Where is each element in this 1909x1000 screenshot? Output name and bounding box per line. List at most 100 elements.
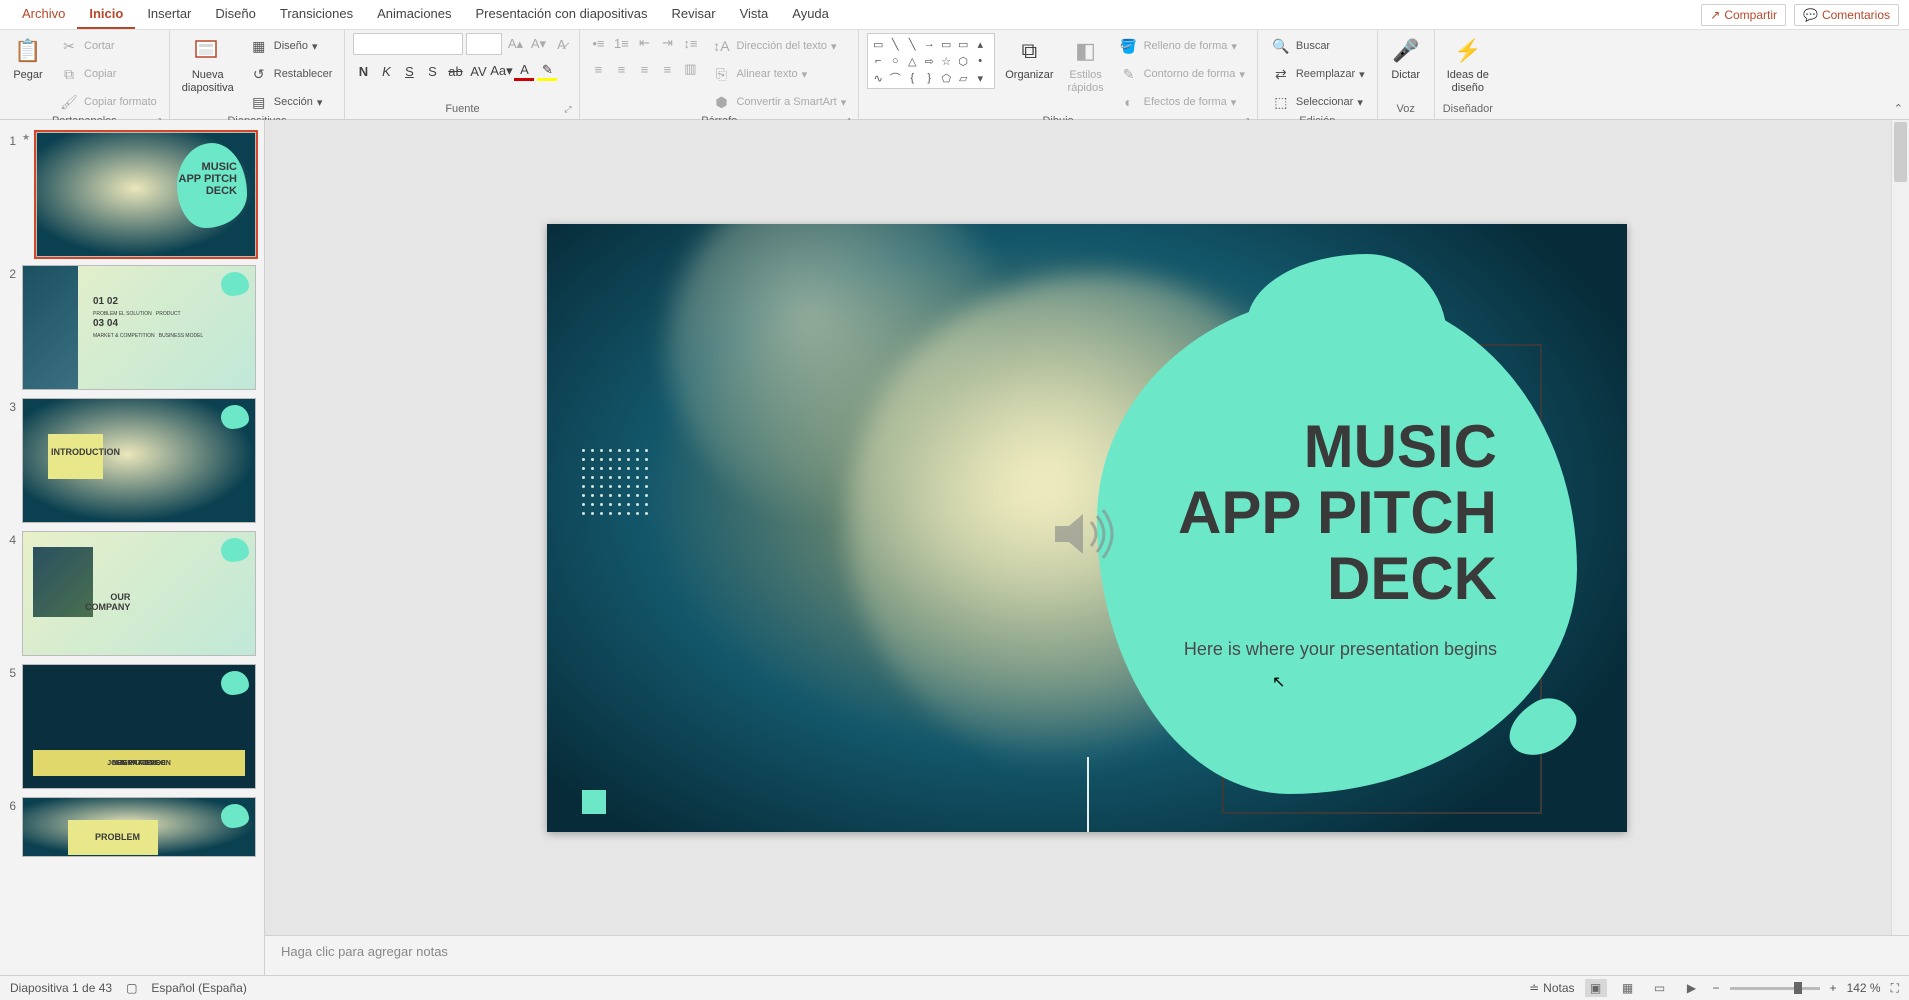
menu-animaciones[interactable]: Animaciones <box>365 0 463 29</box>
slide-thumb-3[interactable]: INTRODUCTION <box>22 398 256 523</box>
language-status[interactable]: Español (España) <box>151 981 246 995</box>
notes-area[interactable]: Haga clic para agregar notas <box>265 935 1909 975</box>
menu-diseno[interactable]: Diseño <box>203 0 267 29</box>
numbering-button[interactable]: 1≡ <box>611 33 631 53</box>
shape-brace2-icon[interactable]: } <box>922 71 936 85</box>
line-spacing-button[interactable]: ↕≡ <box>680 33 700 53</box>
font-launcher-icon[interactable]: ⤢ <box>564 104 571 115</box>
vertical-scrollbar[interactable] <box>1891 120 1909 935</box>
zoom-slider-thumb[interactable] <box>1794 982 1802 994</box>
shape-mid-icon[interactable]: • <box>973 54 987 68</box>
menu-ayuda[interactable]: Ayuda <box>780 0 841 29</box>
paste-button[interactable]: 📋 Pegar <box>8 33 48 84</box>
slide-thumb-1[interactable]: MUSICAPP PITCHDECK <box>36 132 256 257</box>
smartart-button[interactable]: ⬢Convertir a SmartArt ▾ <box>706 89 850 115</box>
shape-oval-icon[interactable]: ○ <box>888 54 902 68</box>
shape-callout-icon[interactable]: ▱ <box>956 71 970 85</box>
shape-rect2-icon[interactable]: ▭ <box>956 37 970 51</box>
reset-button[interactable]: ↺Restablecer <box>244 61 337 87</box>
font-size-combo[interactable] <box>466 33 502 55</box>
comments-button[interactable]: 💬Comentarios <box>1794 4 1899 26</box>
slide-thumb-5[interactable]: JENNA DOEJOHN PATTERSONNEGRA AAN DE <box>22 664 256 789</box>
reading-view-button[interactable]: ▭ <box>1649 979 1671 997</box>
align-right-button[interactable]: ≡ <box>634 59 654 79</box>
zoom-level[interactable]: 142 % <box>1847 981 1881 995</box>
shape-arrow2-icon[interactable]: ⇨ <box>922 54 936 68</box>
shape-textbox-icon[interactable]: ▭ <box>871 37 885 51</box>
shape-down-icon[interactable]: ▾ <box>973 71 987 85</box>
spacing-button[interactable]: AV <box>468 61 488 81</box>
shadow-button[interactable]: S <box>422 61 442 81</box>
zoom-slider[interactable] <box>1730 987 1820 990</box>
font-color-button[interactable]: A <box>514 61 534 81</box>
shape-line-icon[interactable]: ╲ <box>888 37 902 51</box>
increase-font-icon[interactable]: A▴ <box>505 34 525 54</box>
shape-arrow-icon[interactable]: → <box>922 37 936 51</box>
format-painter-button[interactable]: 🖌Copiar formato <box>54 89 161 115</box>
shape-poly-icon[interactable]: ⬠ <box>939 71 953 85</box>
shape-outline-button[interactable]: ✎Contorno de forma ▾ <box>1114 61 1249 87</box>
shape-effects-button[interactable]: ◐Efectos de forma ▾ <box>1114 89 1249 115</box>
scrollbar-thumb[interactable] <box>1894 122 1907 182</box>
shape-curve-icon[interactable]: ∿ <box>871 71 885 85</box>
highlight-button[interactable]: ✎ <box>537 61 557 81</box>
shape-rect-icon[interactable]: ▭ <box>939 37 953 51</box>
shape-connector-icon[interactable]: ⌐ <box>871 54 885 68</box>
arrange-button[interactable]: ⧉ Organizar <box>1001 33 1057 84</box>
slide-canvas[interactable]: MUSIC APP PITCH DECK Here is where your … <box>547 224 1627 832</box>
replace-button[interactable]: ⇄Reemplazar ▾ <box>1266 61 1369 87</box>
menu-inicio[interactable]: Inicio <box>77 0 135 29</box>
align-left-button[interactable]: ≡ <box>588 59 608 79</box>
slide-thumb-4[interactable]: OURCOMPANY <box>22 531 256 656</box>
shape-brace-icon[interactable]: { <box>905 71 919 85</box>
notes-toggle[interactable]: ≐ Notas <box>1529 981 1574 995</box>
clear-format-icon[interactable]: A̷ <box>551 34 571 54</box>
underline-button[interactable]: S <box>399 61 419 81</box>
select-button[interactable]: ⬚Seleccionar ▾ <box>1266 89 1369 115</box>
case-button[interactable]: Aa▾ <box>491 61 511 81</box>
bullets-button[interactable]: •≡ <box>588 33 608 53</box>
menu-revisar[interactable]: Revisar <box>660 0 728 29</box>
align-text-button[interactable]: ⎘Alinear texto ▾ <box>706 61 850 87</box>
decrease-font-icon[interactable]: A▾ <box>528 34 548 54</box>
cut-button[interactable]: ✂Cortar <box>54 33 161 59</box>
zoom-in-button[interactable]: + <box>1830 981 1837 995</box>
copy-button[interactable]: ⧉Copiar <box>54 61 161 87</box>
section-button[interactable]: ▤Sección ▾ <box>244 89 337 115</box>
indent-increase-button[interactable]: ⇥ <box>657 33 677 53</box>
indent-decrease-button[interactable]: ⇤ <box>634 33 654 53</box>
menu-archivo[interactable]: Archivo <box>10 0 77 29</box>
layout-button[interactable]: ▦Diseño ▾ <box>244 33 337 59</box>
slide-thumb-6[interactable]: PROBLEM <box>22 797 256 857</box>
fit-window-button[interactable]: ⛶ <box>1891 981 1899 996</box>
collapse-ribbon-icon[interactable]: ⌃ <box>1894 102 1903 115</box>
shape-fill-button[interactable]: 🪣Relleno de forma ▾ <box>1114 33 1249 59</box>
slide-subtitle[interactable]: Here is where your presentation begins <box>1184 639 1497 660</box>
design-ideas-button[interactable]: ⚡ Ideas de diseño <box>1443 33 1493 97</box>
zoom-out-button[interactable]: − <box>1713 981 1720 995</box>
shape-curve2-icon[interactable]: ⌒ <box>888 71 902 85</box>
font-family-combo[interactable] <box>353 33 463 55</box>
align-center-button[interactable]: ≡ <box>611 59 631 79</box>
menu-insertar[interactable]: Insertar <box>135 0 203 29</box>
find-button[interactable]: 🔍Buscar <box>1266 33 1369 59</box>
share-button[interactable]: ↗Compartir <box>1701 4 1786 26</box>
shape-tri-icon[interactable]: △ <box>905 54 919 68</box>
accessibility-icon[interactable]: ▢ <box>126 981 137 995</box>
normal-view-button[interactable]: ▣ <box>1585 979 1607 997</box>
audio-icon[interactable] <box>1047 504 1117 564</box>
bold-button[interactable]: N <box>353 61 373 81</box>
justify-button[interactable]: ≡ <box>657 59 677 79</box>
slideshow-view-button[interactable]: ▶ <box>1681 979 1703 997</box>
text-direction-button[interactable]: ↕ADirección del texto ▾ <box>706 33 850 59</box>
shape-hex-icon[interactable]: ⬡ <box>956 54 970 68</box>
shapes-gallery[interactable]: ▭╲╲→▭▭▴ ⌐○△⇨☆⬡• ∿⌒{}⬠▱▾ <box>867 33 995 89</box>
new-slide-button[interactable]: Nueva diapositiva <box>178 33 238 97</box>
slide-title[interactable]: MUSIC APP PITCH DECK <box>1178 414 1497 612</box>
menu-transiciones[interactable]: Transiciones <box>268 0 365 29</box>
shape-line2-icon[interactable]: ╲ <box>905 37 919 51</box>
menu-presentacion[interactable]: Presentación con diapositivas <box>464 0 660 29</box>
shape-up-icon[interactable]: ▴ <box>973 37 987 51</box>
strike-button[interactable]: ab <box>445 61 465 81</box>
italic-button[interactable]: K <box>376 61 396 81</box>
